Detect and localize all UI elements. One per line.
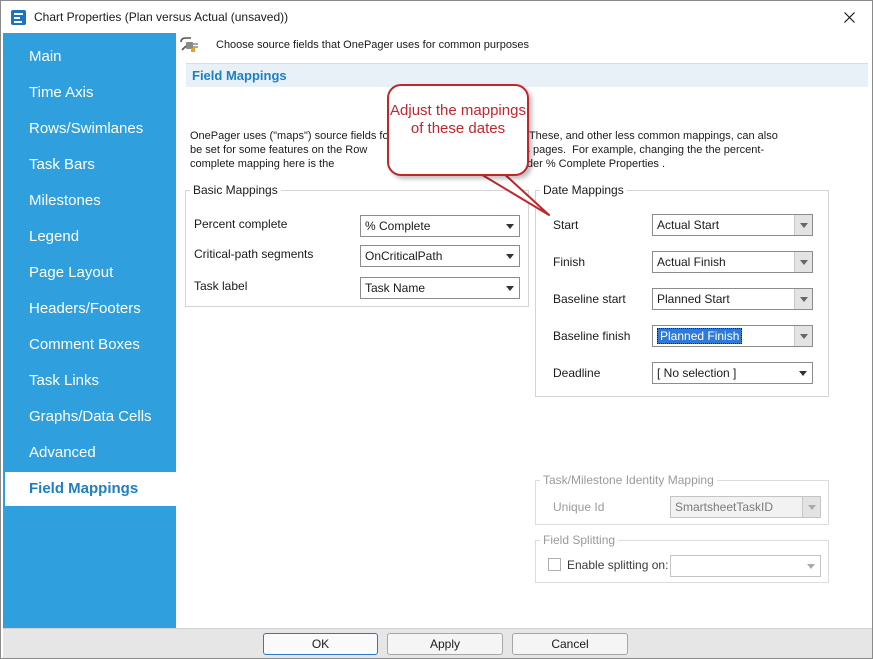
sidebar-item-page-layout[interactable]: Page Layout — [5, 256, 176, 290]
sidebar-item-rows-swimlanes[interactable]: Rows/Swimlanes — [5, 112, 176, 146]
task-label-dropdown[interactable]: Task Name — [360, 277, 520, 299]
cancel-button[interactable]: Cancel — [512, 633, 628, 655]
finish-label: Finish — [553, 255, 586, 269]
critical-path-dropdown[interactable]: OnCriticalPath — [360, 245, 520, 267]
chevron-down-icon — [802, 556, 820, 576]
baseline-finish-value: Planned Finish — [657, 328, 743, 344]
unique-id-dropdown[interactable]: SmartsheetTaskID — [670, 496, 821, 518]
start-value: Actual Start — [657, 218, 720, 232]
window-title: Chart Properties (Plan versus Actual (un… — [34, 10, 289, 24]
section-title: Field Mappings — [192, 68, 287, 83]
deadline-value: [ No selection ] — [657, 366, 737, 380]
baseline-finish-dropdown[interactable]: Planned Finish — [652, 325, 813, 347]
percent-complete-value: % Complete — [365, 219, 431, 233]
chevron-down-icon — [794, 252, 812, 272]
close-icon — [843, 11, 855, 23]
sidebar-item-advanced[interactable]: Advanced — [5, 436, 176, 470]
baseline-start-dropdown[interactable]: Planned Start — [652, 288, 813, 310]
field-splitting-legend: Field Splitting — [543, 533, 616, 547]
deadline-label: Deadline — [553, 366, 601, 380]
percent-complete-label: Percent complete — [194, 217, 288, 231]
section-hint: Choose source fields that OnePager uses … — [216, 39, 530, 51]
unique-id-value: SmartsheetTaskID — [675, 500, 774, 514]
chevron-down-icon — [794, 363, 812, 383]
sidebar-item-task-links[interactable]: Task Links — [5, 364, 176, 398]
close-button[interactable] — [826, 1, 872, 33]
apply-button[interactable]: Apply — [387, 633, 503, 655]
task-label-label: Task label — [194, 279, 248, 293]
plug-icon — [180, 37, 198, 52]
annotation-callout: Adjust the mappings of these dates — [387, 84, 529, 176]
sidebar-item-time-axis[interactable]: Time Axis — [5, 76, 176, 110]
sidebar-item-comment-boxes[interactable]: Comment Boxes — [5, 328, 176, 362]
ok-button[interactable]: OK — [263, 633, 378, 655]
splitting-field-dropdown[interactable] — [670, 555, 821, 577]
chevron-down-icon — [501, 278, 519, 298]
finish-dropdown[interactable]: Actual Finish — [652, 251, 813, 273]
sidebar-item-legend[interactable]: Legend — [5, 220, 176, 254]
percent-complete-dropdown[interactable]: % Complete — [360, 215, 520, 237]
chevron-down-icon — [794, 215, 812, 235]
enable-splitting-label: Enable splitting on: — [567, 558, 669, 572]
chevron-down-icon — [794, 326, 812, 346]
deadline-dropdown[interactable]: [ No selection ] — [652, 362, 813, 384]
baseline-start-value: Planned Start — [657, 292, 730, 306]
chevron-down-icon — [794, 289, 812, 309]
start-dropdown[interactable]: Actual Start — [652, 214, 813, 236]
critical-path-label: Critical-path segments — [194, 247, 314, 261]
onepager-app-icon — [11, 10, 26, 25]
sidebar-item-field-mappings[interactable]: Field Mappings — [5, 472, 176, 506]
chevron-down-icon — [501, 246, 519, 266]
section-header: Field Mappings — [186, 63, 868, 87]
date-mappings-legend: Date Mappings — [543, 183, 624, 197]
sidebar-item-headers-footers[interactable]: Headers/Footers — [5, 292, 176, 326]
sidebar-item-milestones[interactable]: Milestones — [5, 184, 176, 218]
dialog-footer: OK Apply Cancel — [3, 628, 872, 658]
unique-id-label: Unique Id — [553, 500, 605, 514]
start-label: Start — [553, 218, 579, 232]
basic-mappings-legend: Basic Mappings — [193, 183, 278, 197]
sidebar-item-task-bars[interactable]: Task Bars — [5, 148, 176, 182]
sidebar: Main Time Axis Rows/Swimlanes Task Bars … — [3, 33, 176, 628]
chevron-down-icon — [802, 497, 820, 517]
enable-splitting-checkbox[interactable] — [548, 558, 561, 571]
baseline-finish-label: Baseline finish — [553, 329, 631, 343]
finish-value: Actual Finish — [657, 255, 726, 269]
baseline-start-label: Baseline start — [553, 292, 626, 306]
critical-path-value: OnCriticalPath — [365, 249, 443, 263]
identity-mapping-legend: Task/Milestone Identity Mapping — [543, 473, 714, 487]
sidebar-item-graphs-data-cells[interactable]: Graphs/Data Cells — [5, 400, 176, 434]
task-label-value: Task Name — [365, 281, 426, 295]
sidebar-item-main[interactable]: Main — [5, 40, 176, 74]
chevron-down-icon — [501, 216, 519, 236]
title-bar: Chart Properties (Plan versus Actual (un… — [1, 1, 872, 33]
callout-text: Adjust the mappings of these dates — [390, 102, 526, 137]
chart-properties-dialog: Chart Properties (Plan versus Actual (un… — [0, 0, 873, 659]
